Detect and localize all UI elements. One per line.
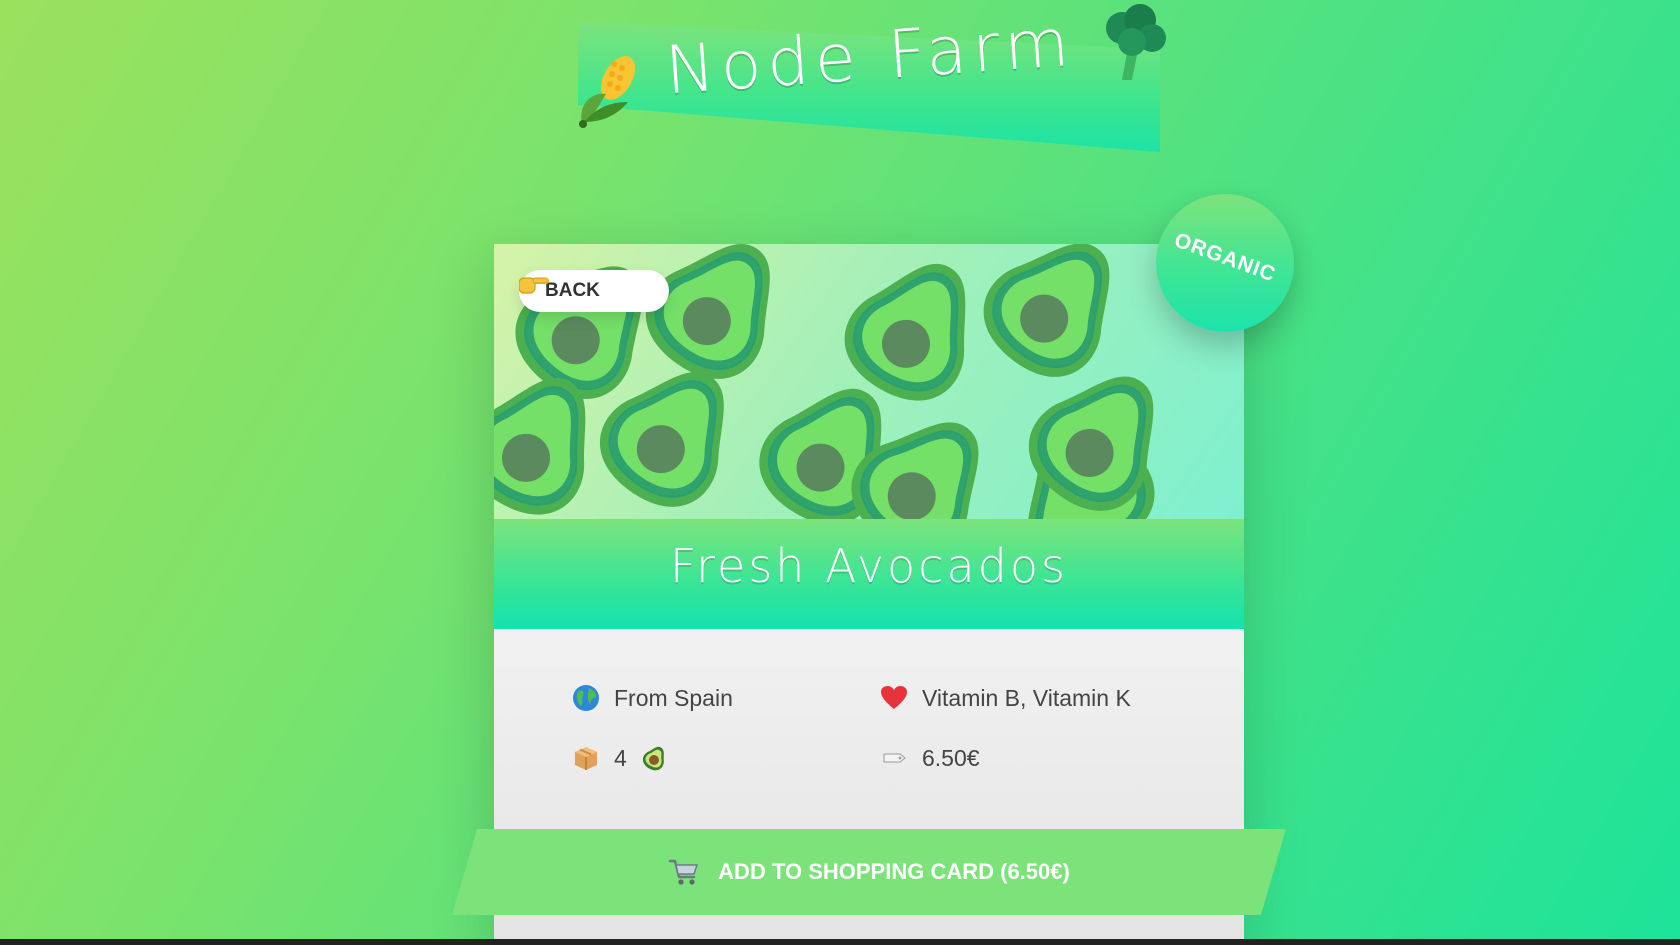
- avocado-icon: [642, 746, 664, 771]
- window-bottom-border: [0, 939, 1680, 945]
- add-to-cart-label: ADD TO SHOPPING CARD (6.50€): [718, 859, 1070, 884]
- pointing-hand-icon: [519, 277, 549, 294]
- add-to-cart-button[interactable]: ADD TO SHOPPING CARD (6.50€): [452, 829, 1286, 915]
- organic-label: ORGANIC: [1171, 228, 1279, 287]
- detail-quantity-text: 4: [614, 744, 627, 771]
- product-name-bar: Fresh Avocados: [494, 519, 1244, 629]
- globe-icon: [573, 685, 599, 711]
- detail-from-text: From Spain: [614, 684, 733, 711]
- package-icon: [575, 747, 597, 770]
- product-name: Fresh Avocados: [670, 539, 1068, 593]
- corn-icon: [579, 56, 636, 128]
- product-image: BACK: [494, 244, 1244, 519]
- detail-price-text: 6.50€: [922, 744, 980, 771]
- detail-from: From Spain: [572, 684, 733, 712]
- detail-quantity: 4: [572, 744, 669, 772]
- price-tag-icon: [883, 753, 906, 763]
- page-header: Node Farm: [0, 0, 1680, 180]
- heart-icon: [881, 686, 907, 709]
- back-button-label: BACK: [545, 280, 600, 301]
- detail-nutrients: Vitamin B, Vitamin K: [880, 684, 1131, 712]
- shopping-cart-icon: [668, 859, 699, 885]
- organic-badge: ORGANIC: [1156, 194, 1294, 332]
- broccoli-icon: [1106, 4, 1166, 80]
- detail-nutrients-text: Vitamin B, Vitamin K: [922, 684, 1131, 711]
- back-button[interactable]: BACK: [519, 270, 669, 312]
- detail-price: 6.50€: [880, 744, 980, 772]
